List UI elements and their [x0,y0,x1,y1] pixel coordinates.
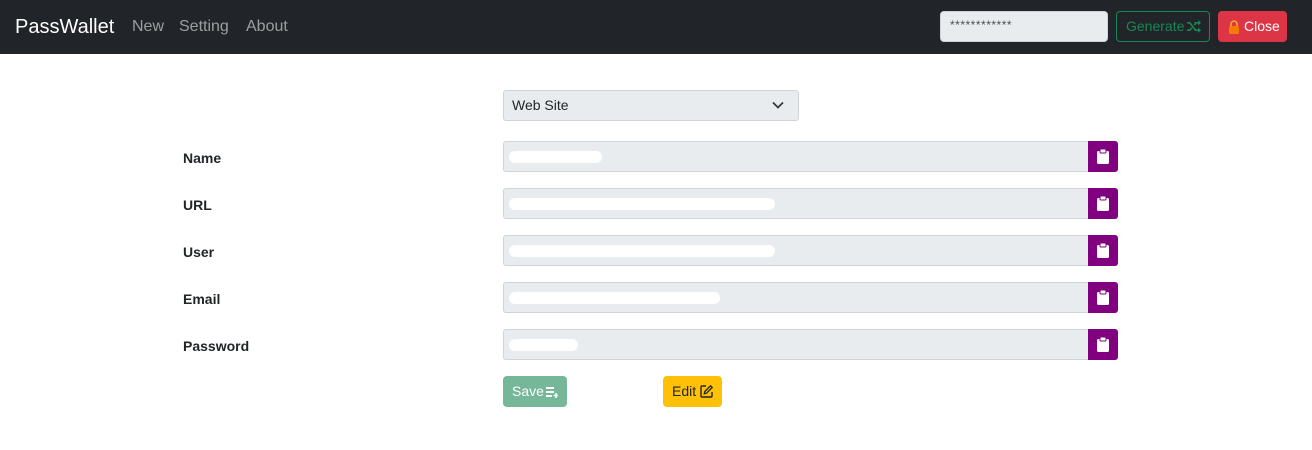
entry-type-select[interactable]: Web Site [503,90,799,121]
redacted-value [509,339,578,351]
edit-label: Edit [672,383,697,399]
url-label: URL [183,197,212,213]
copy-name-button[interactable] [1088,141,1118,172]
email-label: Email [183,291,221,307]
nav-about[interactable]: About [246,17,288,37]
brand-logo[interactable]: PassWallet [15,14,114,40]
nav-new[interactable]: New [132,17,164,37]
clipboard-icon [1097,196,1109,211]
name-label: Name [183,150,222,166]
entry-type-value: Web Site [512,97,569,113]
edit-button[interactable]: Edit [663,376,722,407]
clipboard-icon [1097,290,1109,305]
clipboard-icon [1097,337,1109,352]
edit-icon [700,385,713,398]
redacted-value [509,198,775,210]
navbar: PassWallet New Setting About ***********… [0,0,1312,54]
copy-password-button[interactable] [1088,329,1118,360]
close-button[interactable]: Close [1218,11,1287,42]
lock-icon [1229,20,1239,34]
redacted-value [509,245,775,257]
clipboard-icon [1097,149,1109,164]
user-field[interactable] [503,235,1088,266]
generated-password-field[interactable]: ************ [940,11,1108,42]
save-button[interactable]: Save [503,376,567,407]
password-label: Password [183,338,250,354]
generate-label: Generate [1126,18,1185,34]
shuffle-icon [1187,20,1201,33]
copy-url-button[interactable] [1088,188,1118,219]
copy-user-button[interactable] [1088,235,1118,266]
clipboard-icon [1097,243,1109,258]
save-label: Save [512,383,544,399]
save-icon [546,387,558,398]
name-field[interactable] [503,141,1088,172]
url-field[interactable] [503,188,1088,219]
copy-email-button[interactable] [1088,282,1118,313]
password-field[interactable] [503,329,1088,360]
close-label: Close [1244,18,1280,34]
redacted-value [509,151,602,163]
nav-setting[interactable]: Setting [179,17,229,37]
generate-button[interactable]: Generate [1116,11,1210,42]
email-field[interactable] [503,282,1088,313]
user-label: User [183,244,215,260]
redacted-value [509,292,720,304]
chevron-down-icon [772,101,784,109]
